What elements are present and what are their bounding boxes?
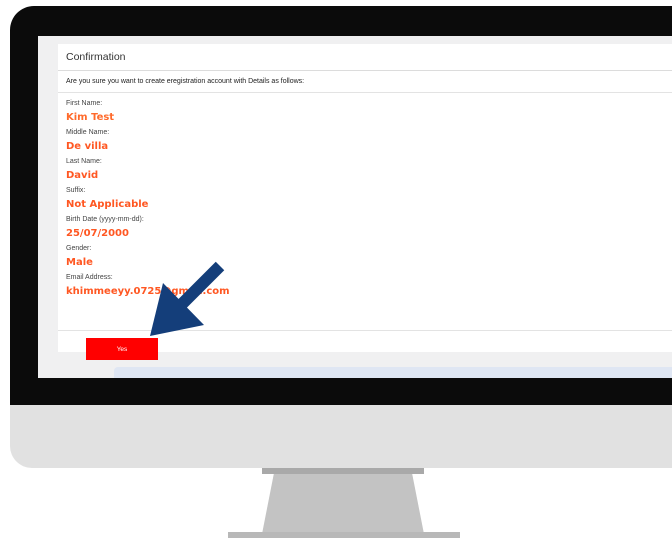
pointer-arrow-icon [150, 261, 225, 336]
